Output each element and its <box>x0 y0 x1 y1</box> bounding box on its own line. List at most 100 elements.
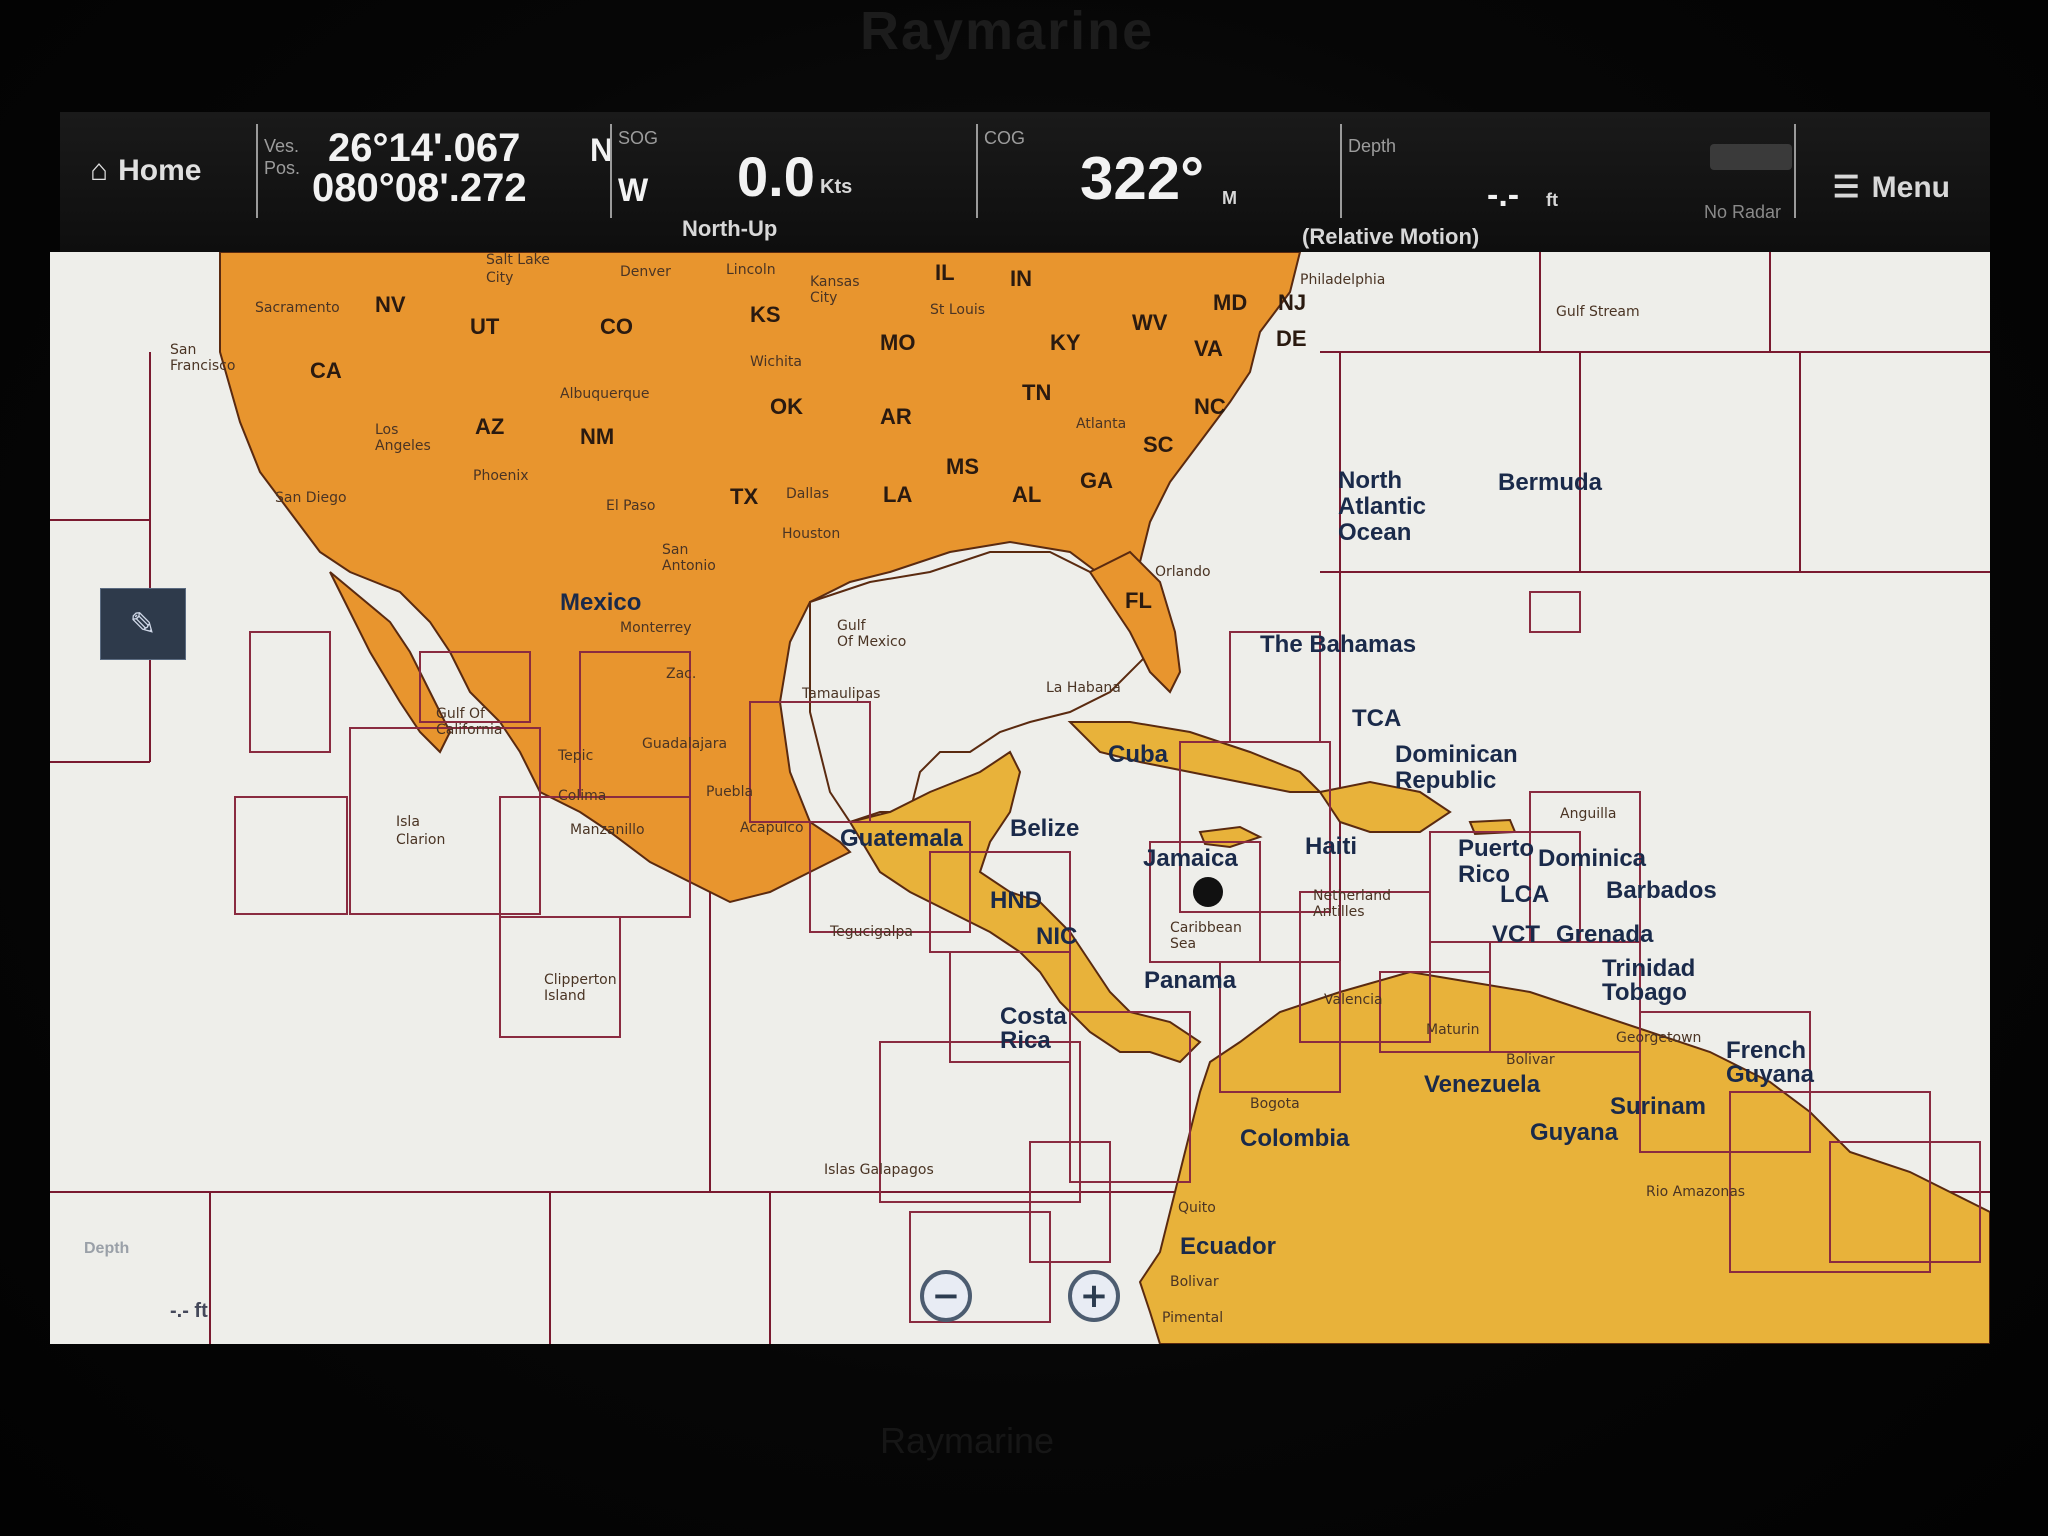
svg-text:City: City <box>486 270 513 286</box>
home-icon: ⌂ <box>90 154 109 187</box>
svg-text:NC: NC <box>1194 394 1226 419</box>
svg-text:Guyana: Guyana <box>1726 1061 1815 1088</box>
svg-text:Phoenix: Phoenix <box>473 468 529 484</box>
svg-text:WV: WV <box>1132 310 1168 335</box>
sog-label: SOG <box>618 128 659 148</box>
svg-text:Houston: Houston <box>782 526 840 542</box>
svg-text:DE: DE <box>1276 326 1307 351</box>
svg-text:Zac.: Zac. <box>666 666 696 682</box>
svg-text:Dominica: Dominica <box>1538 845 1647 872</box>
vessel-position-cell[interactable]: Ves. Pos. 26°14'.067 N 080°08'.272 W <box>260 112 670 252</box>
svg-text:Valencia: Valencia <box>1324 992 1383 1008</box>
orientation-mode[interactable]: North-Up <box>682 216 777 242</box>
svg-text:Grenada: Grenada <box>1556 921 1654 948</box>
svg-text:Surinam: Surinam <box>1610 1093 1706 1120</box>
svg-text:Sea: Sea <box>1170 936 1196 952</box>
motion-mode[interactable]: (Relative Motion) <box>1302 224 1479 250</box>
svg-text:NJ: NJ <box>1278 290 1306 315</box>
svg-text:Belize: Belize <box>1010 815 1079 842</box>
svg-text:Guyana: Guyana <box>1530 1119 1619 1146</box>
svg-text:UT: UT <box>470 314 500 339</box>
svg-text:Venezuela: Venezuela <box>1424 1071 1541 1098</box>
divider <box>1794 124 1796 218</box>
menu-label: Menu <box>1871 170 1950 204</box>
svg-text:KS: KS <box>750 302 781 327</box>
zoom-in-button[interactable]: + <box>1068 1270 1120 1322</box>
svg-text:Atlantic: Atlantic <box>1338 493 1426 520</box>
svg-text:NV: NV <box>375 292 406 317</box>
svg-text:Albuquerque: Albuquerque <box>560 386 649 402</box>
svg-text:TN: TN <box>1022 380 1051 405</box>
svg-text:Monterrey: Monterrey <box>620 620 691 636</box>
svg-text:Puebla: Puebla <box>706 784 753 800</box>
svg-text:Rica: Rica <box>1000 1027 1051 1054</box>
svg-text:San: San <box>170 342 196 358</box>
chart-map[interactable]: NV UT CO KS IL IN MO KY WV MD NJ DE VA CA AZ NM OK A… <box>50 252 1990 1344</box>
menu-button[interactable]: ☰ Menu <box>1833 170 1950 205</box>
svg-text:Pimental: Pimental <box>1162 1310 1223 1326</box>
svg-text:Panama: Panama <box>1144 967 1237 994</box>
svg-text:CA: CA <box>310 358 342 383</box>
vessel-pos-label-top: Ves. <box>264 136 300 156</box>
brand-logo: Raymarine <box>860 1 1155 61</box>
svg-text:Quito: Quito <box>1178 1200 1216 1216</box>
svg-text:Costa: Costa <box>1000 1003 1067 1030</box>
cog-value: 322° <box>1080 145 1205 212</box>
chart-depth-label: Depth <box>84 1240 130 1257</box>
menu-icon: ☰ <box>1832 171 1860 204</box>
svg-text:Caribbean: Caribbean <box>1170 920 1242 936</box>
latitude-value: 26°14'.067 <box>328 126 521 170</box>
svg-text:Jamaica: Jamaica <box>1143 845 1238 872</box>
svg-text:San: San <box>662 542 688 558</box>
svg-text:City: City <box>810 290 837 306</box>
depth-value: -.- <box>1487 176 1520 214</box>
svg-text:Island: Island <box>544 988 586 1004</box>
zoom-out-button[interactable]: − <box>920 1270 972 1322</box>
chart-screen[interactable]: 250nm <box>50 252 1990 1344</box>
chart-tool-button[interactable]: ✎ <box>100 588 186 660</box>
svg-text:Anguilla: Anguilla <box>1560 806 1616 822</box>
svg-text:LA: LA <box>883 482 912 507</box>
svg-text:Acapulco: Acapulco <box>740 820 804 836</box>
radar-icon <box>1710 144 1792 170</box>
svg-text:Islas Galapagos: Islas Galapagos <box>824 1162 934 1178</box>
sog-unit: Kts <box>820 176 853 198</box>
svg-text:MD: MD <box>1213 290 1247 315</box>
svg-text:OK: OK <box>770 394 803 419</box>
svg-text:AZ: AZ <box>475 414 504 439</box>
svg-text:French: French <box>1726 1037 1806 1064</box>
svg-text:Colombia: Colombia <box>1240 1125 1350 1152</box>
svg-text:Dominican: Dominican <box>1395 741 1518 768</box>
svg-text:Clipperton: Clipperton <box>544 972 617 988</box>
tool-icon: ✎ <box>129 605 157 643</box>
svg-text:Kansas: Kansas <box>810 274 860 290</box>
home-button[interactable]: ⌂ Home <box>90 154 201 188</box>
svg-text:Wichita: Wichita <box>750 354 802 370</box>
svg-text:Salt Lake: Salt Lake <box>486 252 550 268</box>
svg-text:Lincoln: Lincoln <box>726 262 776 278</box>
home-label: Home <box>118 154 202 187</box>
svg-text:San Diego: San Diego <box>275 490 347 506</box>
vessel-position-marker[interactable] <box>1193 877 1223 907</box>
svg-text:GA: GA <box>1080 468 1113 493</box>
svg-text:Bogota: Bogota <box>1250 1096 1300 1112</box>
svg-text:North: North <box>1338 467 1402 494</box>
svg-text:The Bahamas: The Bahamas <box>1260 631 1416 658</box>
cog-label: COG <box>984 128 1026 148</box>
svg-text:Antilles: Antilles <box>1313 904 1365 920</box>
svg-text:IN: IN <box>1010 266 1032 291</box>
svg-text:Tobago: Tobago <box>1602 979 1687 1006</box>
svg-text:Of Mexico: Of Mexico <box>837 634 906 650</box>
svg-text:KY: KY <box>1050 330 1081 355</box>
svg-text:MO: MO <box>880 330 915 355</box>
radar-status-cell[interactable]: No Radar <box>1690 112 1800 252</box>
svg-text:Tepic: Tepic <box>557 748 593 764</box>
svg-text:TX: TX <box>730 484 758 509</box>
svg-text:Ocean: Ocean <box>1338 519 1411 546</box>
svg-text:LCA: LCA <box>1500 881 1549 908</box>
sog-cell[interactable]: SOG 0.0 Kts North-Up <box>612 112 1032 252</box>
svg-text:La Habana: La Habana <box>1046 680 1121 696</box>
svg-text:Barbados: Barbados <box>1606 877 1717 904</box>
svg-text:HND: HND <box>990 887 1042 914</box>
svg-text:Trinidad: Trinidad <box>1602 955 1695 982</box>
